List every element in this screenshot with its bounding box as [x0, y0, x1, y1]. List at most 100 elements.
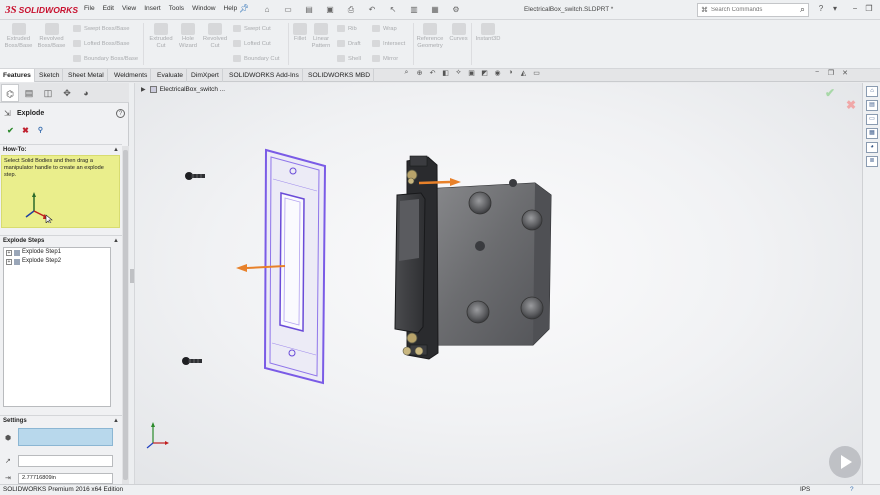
- tab-solidworks-mbd[interactable]: SOLIDWORKS MBD: [305, 69, 375, 82]
- swept-cut-button[interactable]: Swept Cut: [233, 25, 271, 32]
- restore-icon[interactable]: ❐: [862, 4, 876, 13]
- tab-dimxpert[interactable]: DimXpert: [188, 69, 223, 82]
- appearances-icon[interactable]: ◕: [866, 142, 878, 153]
- instant3d-button[interactable]: Instant3D: [473, 23, 503, 43]
- hole-wizard-button[interactable]: Hole Wizard: [176, 23, 200, 50]
- solidworks-resources-icon[interactable]: ⌂: [866, 86, 878, 97]
- doc-close-icon[interactable]: ✕: [838, 69, 852, 77]
- tab-features[interactable]: Features: [0, 69, 35, 82]
- cancel-icon[interactable]: ✖: [18, 126, 33, 135]
- section-view-icon[interactable]: ◧: [439, 69, 452, 77]
- howto-section-header[interactable]: How-To: ▲: [0, 144, 122, 154]
- zoom-to-area-icon[interactable]: ⊕: [413, 69, 426, 77]
- revolved-cut-button[interactable]: Revolved Cut: [200, 23, 230, 50]
- menu-tools[interactable]: Tools: [169, 5, 184, 12]
- confirm-cancel-icon[interactable]: ✖: [846, 98, 856, 112]
- home-icon[interactable]: ⌂: [258, 4, 276, 16]
- tab-weldments[interactable]: Weldments: [111, 69, 152, 82]
- help-icon[interactable]: ?: [814, 4, 828, 13]
- design-library-icon[interactable]: ▤: [866, 100, 878, 111]
- confirm-ok-icon[interactable]: ✔: [825, 86, 835, 100]
- view-orientation-icon[interactable]: ▣: [465, 69, 478, 77]
- lofted-cut-button[interactable]: Lofted Cut: [233, 40, 271, 47]
- select-icon[interactable]: ↖: [384, 4, 402, 16]
- minimize-icon[interactable]: −: [848, 4, 862, 13]
- display-style-icon[interactable]: ◩: [478, 69, 491, 77]
- rib-button[interactable]: Rib: [337, 25, 357, 32]
- shell-button[interactable]: Shell: [337, 55, 361, 62]
- tab-sheet-metal[interactable]: Sheet Metal: [65, 69, 108, 82]
- file-properties-icon[interactable]: ▦: [426, 4, 444, 16]
- expand-icon[interactable]: +: [6, 258, 12, 265]
- rebuild-icon[interactable]: ▥: [405, 4, 423, 16]
- menu-edit[interactable]: Edit: [103, 5, 114, 12]
- dimxpert-manager-tab-icon[interactable]: ✥: [58, 84, 76, 102]
- save-icon[interactable]: ▣: [321, 4, 339, 16]
- print-icon[interactable]: ⎙: [342, 4, 360, 16]
- menu-help[interactable]: Help: [224, 5, 238, 12]
- close-icon[interactable]: ✕: [876, 4, 880, 13]
- new-document-icon[interactable]: ▭: [279, 4, 297, 16]
- undo-icon[interactable]: ↶: [363, 4, 381, 16]
- edit-appearance-icon[interactable]: ◑: [504, 69, 517, 77]
- screw-bottom[interactable]: [182, 357, 202, 365]
- pm-help-icon[interactable]: ?: [116, 109, 125, 118]
- swept-boss-button[interactable]: Swept Boss/Base: [73, 25, 129, 32]
- open-icon[interactable]: ▤: [300, 4, 318, 16]
- doc-restore-icon[interactable]: ❐: [824, 69, 838, 77]
- view-settings-icon[interactable]: ▭: [530, 69, 543, 77]
- property-manager-tab-icon[interactable]: ▤: [20, 84, 38, 102]
- explode-steps-section-header[interactable]: Explode Steps ▲: [0, 235, 122, 245]
- tab-solidworks-add-ins[interactable]: SOLIDWORKS Add-Ins: [226, 69, 303, 82]
- boundary-boss-button[interactable]: Boundary Boss/Base: [73, 55, 138, 62]
- options-icon[interactable]: ⚙: [447, 4, 465, 16]
- file-explorer-icon[interactable]: ▭: [866, 114, 878, 125]
- expand-arrow-icon[interactable]: ▶: [141, 86, 146, 93]
- configuration-manager-tab-icon[interactable]: ◫: [39, 84, 57, 102]
- solidworks-logo[interactable]: 3S SOLIDWORKS: [5, 3, 78, 17]
- light-switch[interactable]: [394, 155, 439, 360]
- extruded-cut-button[interactable]: Extruded Cut: [146, 23, 176, 50]
- extruded-boss-button[interactable]: Extruded Boss/Base: [3, 23, 34, 50]
- dynamic-annotation-icon[interactable]: ⟡: [452, 69, 465, 77]
- tab-sketch[interactable]: Sketch: [36, 69, 64, 82]
- graphics-area[interactable]: ▶ ElectricalBox_switch ... ✔ ✖: [135, 83, 862, 484]
- view-palette-icon[interactable]: ▦: [866, 128, 878, 139]
- search-commands[interactable]: ⌘ ⌕: [697, 3, 809, 17]
- expand-icon[interactable]: +: [6, 249, 12, 256]
- doc-minimize-icon[interactable]: −: [810, 69, 824, 77]
- search-icon[interactable]: ⌕: [800, 4, 805, 15]
- linear-pattern-button[interactable]: Linear Pattern: [310, 23, 332, 50]
- unit-system[interactable]: IPS: [800, 486, 810, 493]
- panel-scrollbar[interactable]: [122, 146, 129, 484]
- menu-window[interactable]: Window: [192, 5, 215, 12]
- mirror-button[interactable]: Mirror: [372, 55, 398, 62]
- splitter-grip[interactable]: [130, 269, 134, 283]
- settings-section-header[interactable]: Settings ▲: [0, 415, 122, 425]
- scrollbar-thumb[interactable]: [123, 150, 128, 480]
- reference-geometry-button[interactable]: Reference Geometry: [414, 23, 446, 50]
- apply-scene-icon[interactable]: ◭: [517, 69, 530, 77]
- menu-insert[interactable]: Insert: [144, 5, 161, 12]
- video-play-button[interactable]: [829, 446, 861, 478]
- selected-bodies-field[interactable]: [18, 428, 113, 446]
- explode-distance-field[interactable]: 2.77716809in: [18, 473, 113, 484]
- zoom-to-fit-icon[interactable]: ⌕: [400, 69, 413, 77]
- fillet-button[interactable]: Fillet: [290, 23, 310, 43]
- electrical-box[interactable]: [422, 179, 552, 346]
- ok-icon[interactable]: ✔: [3, 126, 18, 135]
- explode-steps-list[interactable]: + Explode Step1 + Explode Step2: [3, 247, 111, 407]
- display-manager-tab-icon[interactable]: ◕: [77, 84, 95, 102]
- previous-view-icon[interactable]: ↶: [426, 69, 439, 77]
- keep-visible-icon[interactable]: ⚲: [33, 126, 48, 135]
- list-item[interactable]: + Explode Step1: [4, 248, 110, 257]
- tab-evaluate[interactable]: Evaluate: [154, 69, 188, 82]
- draft-button[interactable]: Draft: [337, 40, 361, 47]
- menu-file[interactable]: File: [84, 5, 95, 12]
- pin-menu-icon[interactable]: 📌︎: [239, 4, 249, 13]
- lofted-boss-button[interactable]: Lofted Boss/Base: [73, 40, 129, 47]
- feature-tree-flyout[interactable]: ▶ ElectricalBox_switch ...: [141, 86, 225, 93]
- explode-direction-field[interactable]: [18, 455, 113, 467]
- screw-top[interactable]: [185, 172, 205, 180]
- curves-button[interactable]: Curves: [447, 23, 470, 43]
